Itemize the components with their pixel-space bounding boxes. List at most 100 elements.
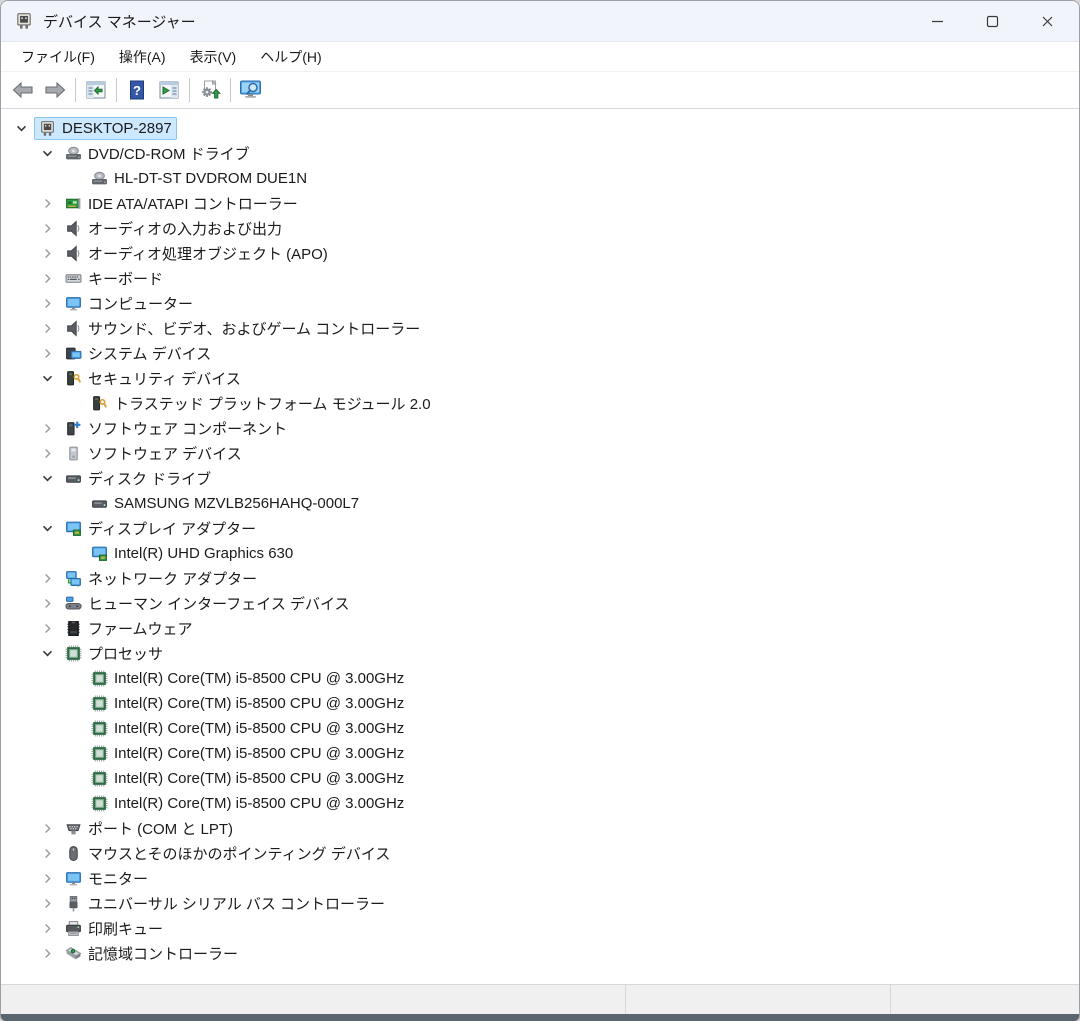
- tree-item[interactable]: DESKTOP-2897: [1, 116, 1079, 141]
- tree-item-label: Intel(R) Core(TM) i5-8500 CPU @ 3.00GHz: [114, 720, 404, 737]
- forward-button[interactable]: [39, 75, 71, 105]
- network-adapter-icon: [65, 570, 82, 587]
- chevron-down-icon[interactable]: [35, 641, 60, 666]
- tree-item-label: Intel(R) Core(TM) i5-8500 CPU @ 3.00GHz: [114, 670, 404, 687]
- tree-item[interactable]: Intel(R) UHD Graphics 630: [1, 541, 1079, 566]
- chevron-right-icon[interactable]: [35, 816, 60, 841]
- search-computer-button[interactable]: [235, 75, 267, 105]
- tree-item[interactable]: Intel(R) Core(TM) i5-8500 CPU @ 3.00GHz: [1, 691, 1079, 716]
- tree-item[interactable]: モニター: [1, 866, 1079, 891]
- tree-item[interactable]: ポート (COM と LPT): [1, 816, 1079, 841]
- tree-item[interactable]: ファームウェア: [1, 616, 1079, 641]
- menu-action[interactable]: 操作(A): [107, 43, 178, 71]
- tree-item[interactable]: ネットワーク アダプター: [1, 566, 1079, 591]
- chevron-right-icon[interactable]: [35, 566, 60, 591]
- tree-item[interactable]: ディスプレイ アダプター: [1, 516, 1079, 541]
- tree-item-label: Intel(R) Core(TM) i5-8500 CPU @ 3.00GHz: [114, 745, 404, 762]
- tree-item[interactable]: SAMSUNG MZVLB256HAHQ-000L7: [1, 491, 1079, 516]
- menu-file[interactable]: ファイル(F): [9, 43, 107, 71]
- chevron-right-icon[interactable]: [35, 291, 60, 316]
- tree-item[interactable]: オーディオ処理オブジェクト (APO): [1, 241, 1079, 266]
- chevron-down-icon[interactable]: [9, 116, 34, 141]
- tree-item-label: ネットワーク アダプター: [88, 568, 257, 589]
- menu-help[interactable]: ヘルプ(H): [248, 43, 333, 71]
- tree-item[interactable]: DVD/CD-ROM ドライブ: [1, 141, 1079, 166]
- cpu-icon: [65, 645, 82, 662]
- tree-item[interactable]: プロセッサ: [1, 641, 1079, 666]
- chevron-right-icon[interactable]: [35, 866, 60, 891]
- show-action-pane-button[interactable]: [153, 75, 185, 105]
- tree-item-label: DESKTOP-2897: [62, 120, 172, 137]
- tree-item[interactable]: Intel(R) Core(TM) i5-8500 CPU @ 3.00GHz: [1, 741, 1079, 766]
- tree-item[interactable]: オーディオの入力および出力: [1, 216, 1079, 241]
- chevron-right-icon[interactable]: [35, 266, 60, 291]
- chevron-right-icon[interactable]: [35, 891, 60, 916]
- tree-item-label: ユニバーサル シリアル バス コントローラー: [88, 893, 385, 914]
- storage-controller-icon: [65, 945, 82, 962]
- arrow-left-icon: [11, 79, 35, 101]
- svg-text:?: ?: [133, 83, 141, 98]
- close-button[interactable]: [1024, 1, 1070, 41]
- scan-hardware-changes-button[interactable]: [194, 75, 226, 105]
- chevron-down-icon[interactable]: [35, 516, 60, 541]
- chevron-down-icon[interactable]: [35, 466, 60, 491]
- minimize-button[interactable]: [914, 1, 960, 41]
- audio-icon: [65, 220, 82, 237]
- tree-item[interactable]: マウスとそのほかのポインティング デバイス: [1, 841, 1079, 866]
- tree-item-label: サウンド、ビデオ、およびゲーム コントローラー: [88, 318, 420, 339]
- cpu-icon: [91, 795, 108, 812]
- audio-icon: [65, 245, 82, 262]
- chevron-right-icon[interactable]: [35, 416, 60, 441]
- tree-item-label: トラステッド プラットフォーム モジュール 2.0: [114, 393, 431, 414]
- tree-item[interactable]: サウンド、ビデオ、およびゲーム コントローラー: [1, 316, 1079, 341]
- tree-item[interactable]: 記憶域コントローラー: [1, 941, 1079, 966]
- chevron-right-icon[interactable]: [35, 441, 60, 466]
- chevron-right-icon[interactable]: [35, 841, 60, 866]
- tree-item[interactable]: Intel(R) Core(TM) i5-8500 CPU @ 3.00GHz: [1, 666, 1079, 691]
- back-button[interactable]: [7, 75, 39, 105]
- tree-item[interactable]: コンピューター: [1, 291, 1079, 316]
- cdrom-icon: [91, 170, 108, 187]
- show-console-tree-button[interactable]: [80, 75, 112, 105]
- tree-item[interactable]: IDE ATA/ATAPI コントローラー: [1, 191, 1079, 216]
- window-controls: [914, 1, 1079, 41]
- tree-item[interactable]: Intel(R) Core(TM) i5-8500 CPU @ 3.00GHz: [1, 791, 1079, 816]
- tree-item-label: Intel(R) Core(TM) i5-8500 CPU @ 3.00GHz: [114, 695, 404, 712]
- tree-item[interactable]: Intel(R) Core(TM) i5-8500 CPU @ 3.00GHz: [1, 716, 1079, 741]
- chevron-right-icon[interactable]: [35, 216, 60, 241]
- tree-item[interactable]: システム デバイス: [1, 341, 1079, 366]
- software-device-icon: [65, 445, 82, 462]
- tree-item[interactable]: キーボード: [1, 266, 1079, 291]
- tree-item[interactable]: 印刷キュー: [1, 916, 1079, 941]
- chevron-down-icon[interactable]: [35, 366, 60, 391]
- cpu-icon: [91, 695, 108, 712]
- chevron-right-icon[interactable]: [35, 316, 60, 341]
- tree-item[interactable]: ユニバーサル シリアル バス コントローラー: [1, 891, 1079, 916]
- monitor-icon: [65, 870, 82, 887]
- chevron-placeholder: [61, 741, 86, 766]
- cpu-icon: [91, 720, 108, 737]
- menu-view[interactable]: 表示(V): [178, 43, 249, 71]
- chevron-down-icon[interactable]: [35, 141, 60, 166]
- chevron-right-icon[interactable]: [35, 191, 60, 216]
- tree-item[interactable]: ソフトウェア デバイス: [1, 441, 1079, 466]
- tree-item[interactable]: Intel(R) Core(TM) i5-8500 CPU @ 3.00GHz: [1, 766, 1079, 791]
- tree-item-label: Intel(R) Core(TM) i5-8500 CPU @ 3.00GHz: [114, 795, 404, 812]
- maximize-button[interactable]: [969, 1, 1015, 41]
- tree-item[interactable]: トラステッド プラットフォーム モジュール 2.0: [1, 391, 1079, 416]
- tree-item[interactable]: ソフトウェア コンポーネント: [1, 416, 1079, 441]
- disk-icon: [91, 495, 108, 512]
- tree-item[interactable]: ヒューマン インターフェイス デバイス: [1, 591, 1079, 616]
- ide-controller-icon: [65, 195, 82, 212]
- chevron-right-icon[interactable]: [35, 591, 60, 616]
- chevron-right-icon[interactable]: [35, 941, 60, 966]
- chevron-right-icon[interactable]: [35, 916, 60, 941]
- tree-item[interactable]: セキュリティ デバイス: [1, 366, 1079, 391]
- tree-item[interactable]: HL-DT-ST DVDROM DUE1N: [1, 166, 1079, 191]
- chevron-right-icon[interactable]: [35, 341, 60, 366]
- chevron-right-icon[interactable]: [35, 241, 60, 266]
- tree-item[interactable]: ディスク ドライブ: [1, 466, 1079, 491]
- minimize-icon: [930, 14, 945, 29]
- help-button[interactable]: ?: [121, 75, 153, 105]
- chevron-right-icon[interactable]: [35, 616, 60, 641]
